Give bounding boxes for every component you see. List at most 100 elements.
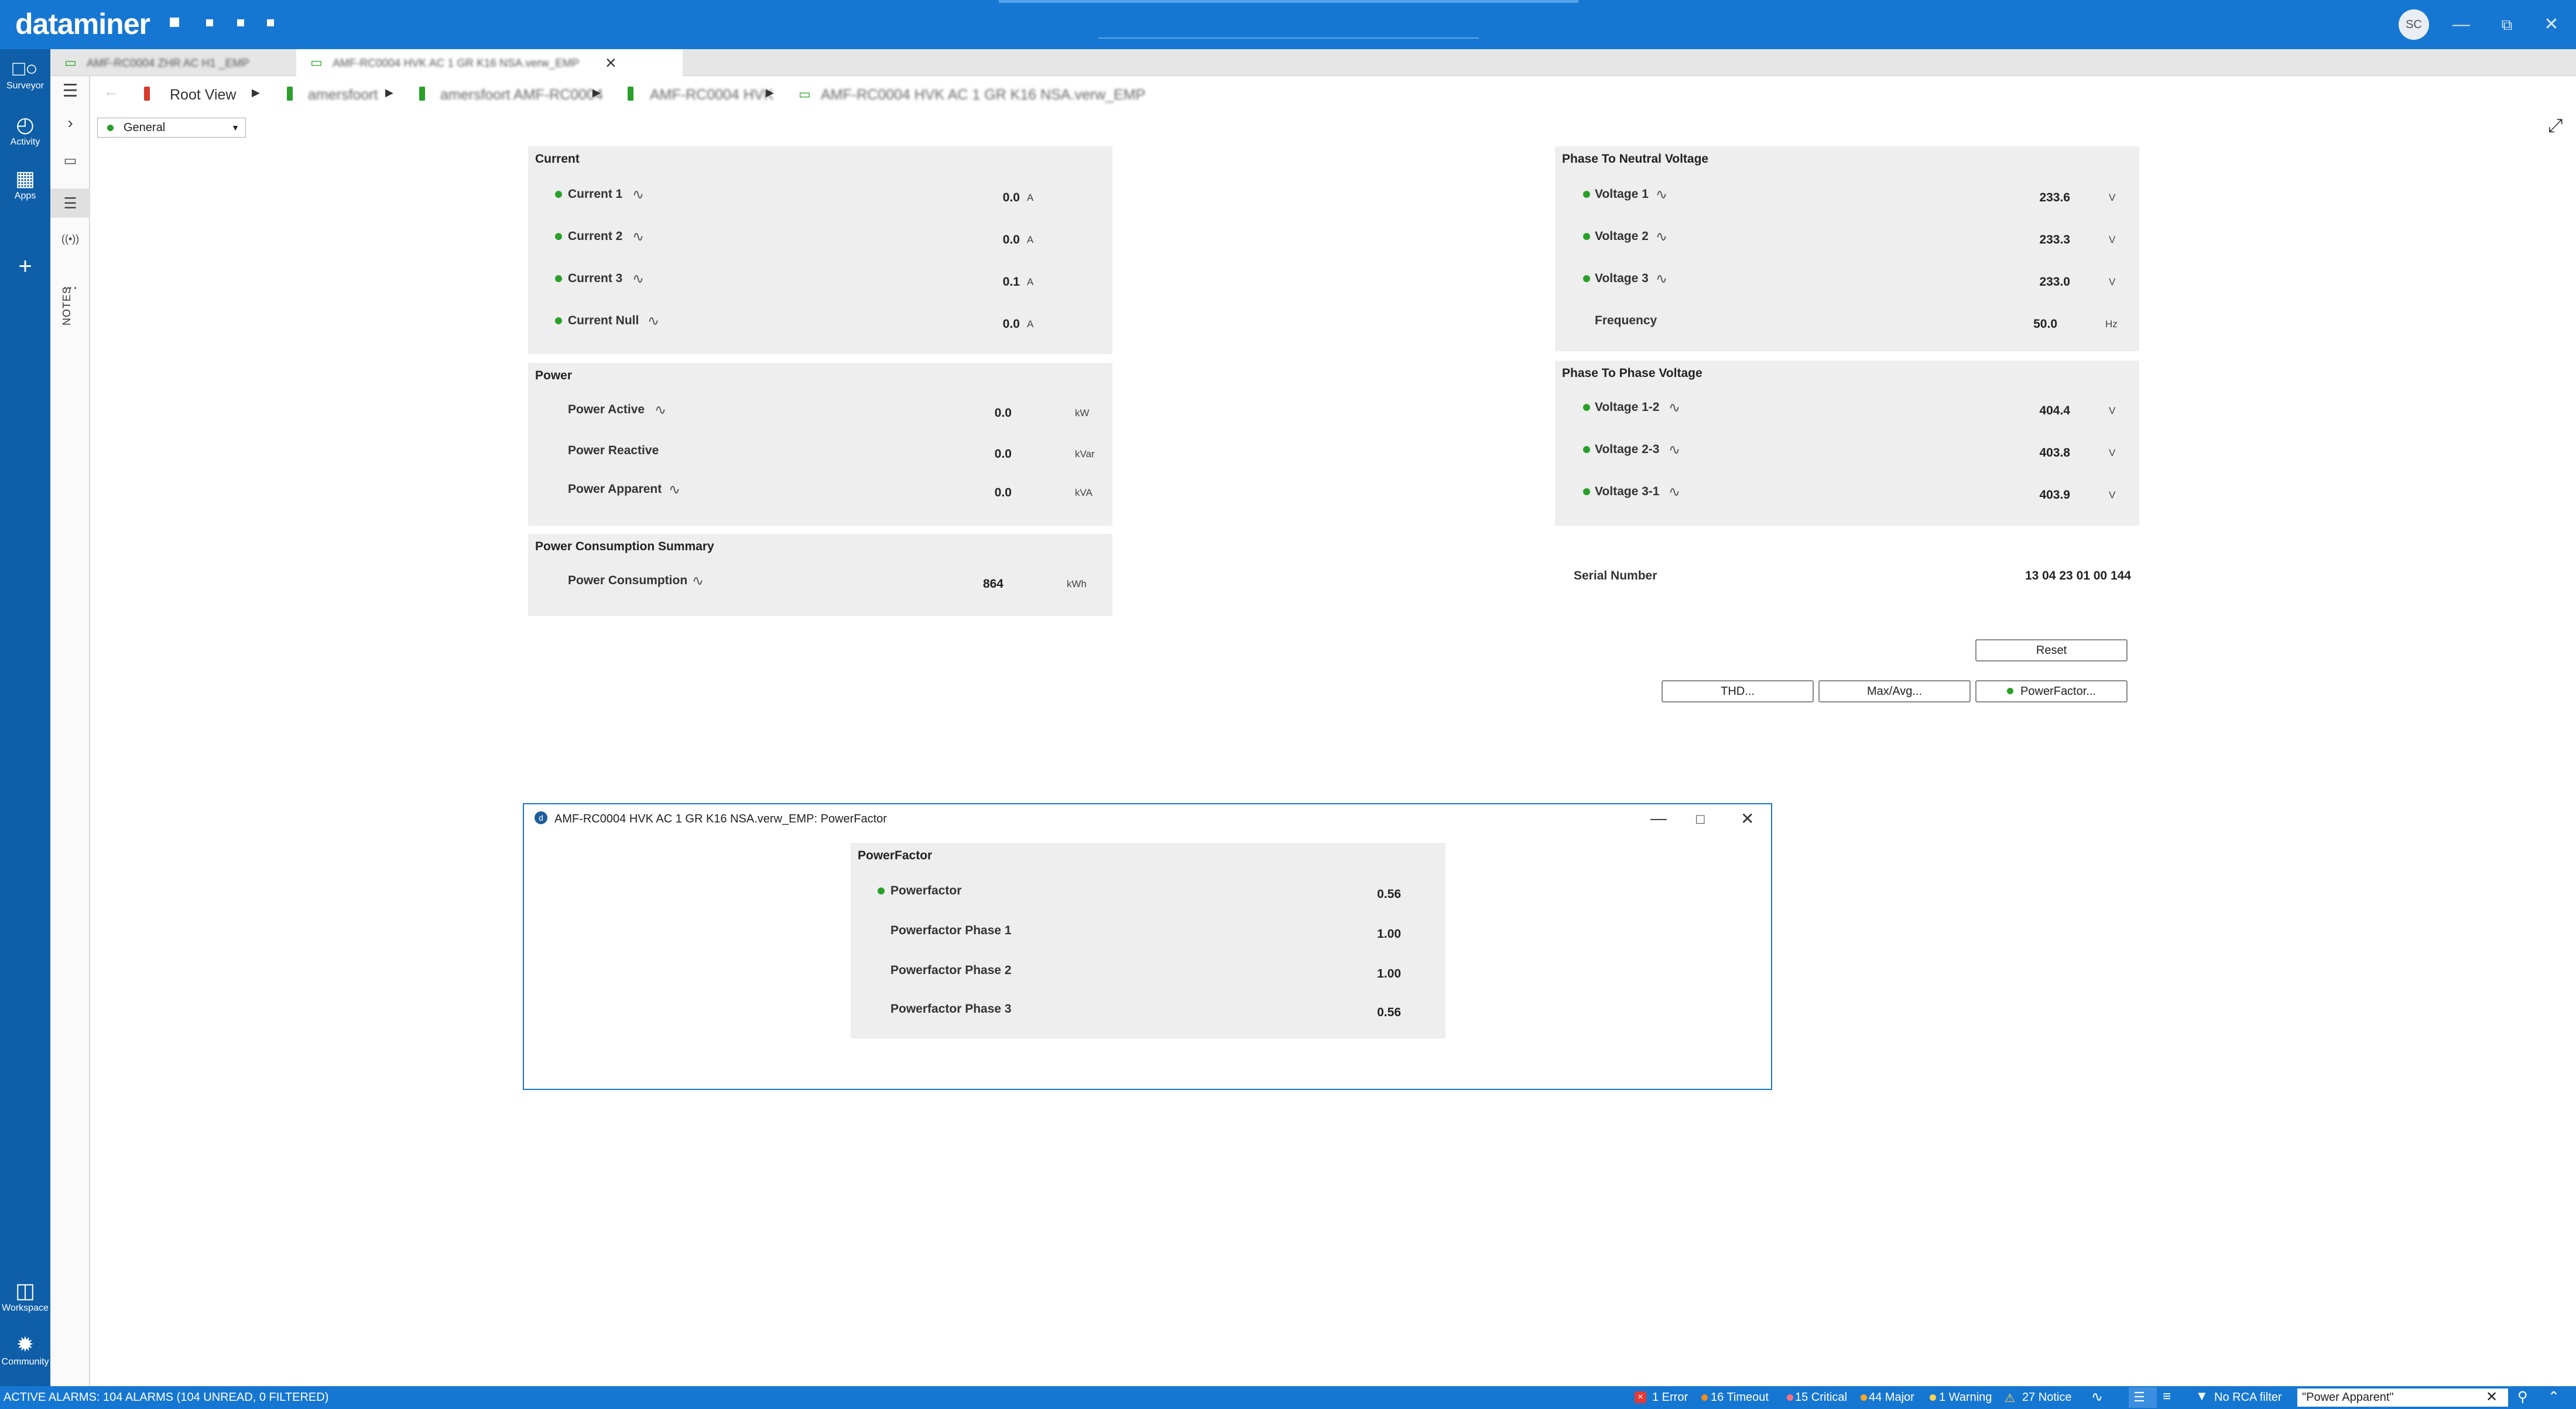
- param-row-current-2[interactable]: Current 2 ∿ 0.0 A: [528, 225, 1112, 248]
- breadcrumb-item[interactable]: amersfoort: [308, 87, 378, 104]
- param-row-power-apparent[interactable]: Power Apparent ∿ 0.0 kVA: [528, 478, 1112, 501]
- status-led: [878, 887, 885, 894]
- broadcast-icon[interactable]: ((•)): [50, 233, 90, 245]
- trend-icon[interactable]: ∿: [632, 186, 644, 203]
- param-row-voltage-2[interactable]: Voltage 2 ∿ 233.3 V: [1555, 225, 2139, 248]
- notice-count[interactable]: 27 Notice: [2022, 1391, 2072, 1404]
- minimize-icon[interactable]: —: [2448, 12, 2474, 37]
- param-value: 0.1: [1002, 275, 1020, 289]
- reset-button[interactable]: Reset: [1975, 639, 2128, 661]
- close-tab-icon[interactable]: ×: [605, 49, 616, 76]
- breadcrumb-arrow-icon[interactable]: ▶: [766, 87, 774, 99]
- timeout-count[interactable]: 16 Timeout: [1711, 1391, 1769, 1404]
- powerfactor-button[interactable]: PowerFactor...: [1975, 680, 2128, 702]
- trend-icon[interactable]: ∿: [655, 402, 666, 419]
- param-label: Voltage 1: [1595, 187, 1649, 201]
- back-arrow-icon[interactable]: ←: [103, 82, 119, 101]
- chevron-up-icon[interactable]: ⌃: [2548, 1389, 2560, 1405]
- max-avg-button[interactable]: Max/Avg...: [1818, 680, 1971, 702]
- param-row-voltage-3[interactable]: Voltage 3 ∿ 233.0 V: [1555, 267, 2139, 290]
- warning-count[interactable]: 1 Warning: [1939, 1391, 1992, 1404]
- param-unit: A: [1027, 234, 1034, 245]
- param-row-power-active[interactable]: Power Active ∿ 0.0 kW: [528, 398, 1112, 421]
- trend-icon[interactable]: ∿: [2091, 1389, 2103, 1405]
- page-select[interactable]: General ▼: [97, 118, 246, 138]
- critical-count[interactable]: 15 Critical: [1795, 1391, 1847, 1404]
- trend-icon[interactable]: ∿: [1669, 399, 1680, 416]
- breadcrumb-arrow-icon[interactable]: ▶: [252, 87, 260, 99]
- param-row-current-null[interactable]: Current Null ∿ 0.0 A: [528, 309, 1112, 332]
- toolbar-square-icon[interactable]: [237, 19, 244, 26]
- minimize-icon[interactable]: —: [1650, 809, 1667, 828]
- sort-icon[interactable]: ≡: [2163, 1389, 2171, 1405]
- param-row-current-3[interactable]: Current 3 ∿ 0.1 A: [528, 267, 1112, 290]
- alarm-search-input[interactable]: "Power Apparent": [2297, 1389, 2508, 1407]
- error-count[interactable]: 1 Error: [1652, 1391, 1688, 1404]
- trend-icon[interactable]: ∿: [1656, 228, 1667, 245]
- breadcrumb-item[interactable]: AMF-RC0004 HVK: [650, 87, 773, 104]
- sidebar-item-apps[interactable]: ▦ Apps: [0, 166, 50, 201]
- status-led: [2007, 688, 2014, 694]
- sidebar-item-community[interactable]: ✹ Community: [0, 1332, 50, 1367]
- trend-icon[interactable]: ∿: [632, 270, 644, 287]
- panel-title: Current: [535, 152, 580, 166]
- sidebar-item-surveyor[interactable]: □○ Surveyor: [0, 56, 50, 91]
- param-row-voltage-1[interactable]: Voltage 1 ∿ 233.6 V: [1555, 183, 2139, 206]
- trend-icon[interactable]: ∿: [692, 572, 704, 589]
- breadcrumb-item[interactable]: amersfoort AMF-RC0004: [440, 87, 603, 104]
- element-icon: ▭: [64, 55, 77, 70]
- monitor-icon[interactable]: ▭: [50, 152, 90, 169]
- search-icon[interactable]: ⚲: [2517, 1389, 2528, 1405]
- trend-icon[interactable]: ∿: [1669, 441, 1680, 458]
- breadcrumb-arrow-icon[interactable]: ▶: [385, 87, 393, 99]
- add-button[interactable]: +: [0, 254, 50, 279]
- chevron-right-icon[interactable]: ›: [50, 114, 90, 132]
- close-icon[interactable]: ✕: [1741, 809, 1754, 828]
- thd-button[interactable]: THD...: [1662, 680, 1814, 702]
- filter-icon[interactable]: ▼: [2195, 1389, 2208, 1404]
- hamburger-menu-icon[interactable]: ☰: [50, 81, 90, 101]
- toolbar-square-icon[interactable]: [170, 18, 179, 27]
- param-row-power-consumption[interactable]: Power Consumption ∿ 864 kWh: [528, 569, 1112, 592]
- sidebar-item-workspace[interactable]: ◫ Workspace: [0, 1278, 50, 1314]
- major-count[interactable]: 44 Major: [1869, 1391, 1914, 1404]
- breadcrumb-item-current[interactable]: AMF-RC0004 HVK AC 1 GR K16 NSA.verw_EMP: [821, 87, 1145, 104]
- notes-tab[interactable]: NOTES: [61, 286, 73, 325]
- param-row-voltage-3-1[interactable]: Voltage 3-1 ∿ 403.9 V: [1555, 480, 2139, 503]
- param-row-voltage-2-3[interactable]: Voltage 2-3 ∿ 403.8 V: [1555, 438, 2139, 461]
- close-icon[interactable]: ✕: [2539, 12, 2564, 37]
- toolbar-square-icon[interactable]: [267, 19, 274, 26]
- param-row-voltage-1-2[interactable]: Voltage 1-2 ∿ 404.4 V: [1555, 396, 2139, 419]
- param-row-power-reactive[interactable]: Power Reactive 0.0 kVar: [528, 439, 1112, 462]
- trend-icon[interactable]: ∿: [632, 228, 644, 245]
- trend-icon[interactable]: ∿: [1669, 484, 1680, 500]
- param-row-powerfactor-phase-1[interactable]: Powerfactor Phase 1 1.00: [851, 919, 1445, 942]
- param-row-current-1[interactable]: Current 1 ∿ 0.0 A: [528, 183, 1112, 206]
- restore-icon[interactable]: ⧉: [2494, 12, 2520, 37]
- trend-icon[interactable]: ∿: [669, 481, 680, 498]
- maximize-icon[interactable]: □: [1696, 811, 1705, 828]
- active-alarms-summary[interactable]: ACTIVE ALARMS: 104 ALARMS (104 UNREAD, 0…: [4, 1391, 328, 1404]
- element-icon: ▭: [799, 87, 811, 101]
- param-row-powerfactor[interactable]: Powerfactor 0.56: [851, 879, 1445, 903]
- clear-search-icon[interactable]: ✕: [2486, 1389, 2498, 1405]
- trend-icon[interactable]: ∿: [648, 313, 659, 330]
- toolbar-square-icon[interactable]: [206, 19, 213, 26]
- parameters-icon[interactable]: ☰: [50, 188, 90, 218]
- breadcrumb-root-view[interactable]: Root View: [170, 87, 237, 104]
- param-row-powerfactor-phase-2[interactable]: Powerfactor Phase 2 1.00: [851, 959, 1445, 982]
- trend-icon[interactable]: ∿: [1656, 186, 1667, 203]
- rca-filter[interactable]: No RCA filter: [2214, 1391, 2282, 1404]
- trend-icon[interactable]: ∿: [1656, 270, 1667, 287]
- param-row-powerfactor-phase-3[interactable]: Powerfactor Phase 3 0.56: [851, 997, 1445, 1021]
- breadcrumb-arrow-icon[interactable]: ▶: [592, 87, 601, 99]
- tab-card-1[interactable]: ▭ AMF-RC0004 ZHR AC H1 _EMP: [50, 49, 296, 76]
- avatar[interactable]: SC: [2399, 9, 2429, 40]
- sidebar-item-activity[interactable]: ◴ Activity: [0, 112, 50, 148]
- global-search-field[interactable]: [1098, 37, 1479, 39]
- expand-icon[interactable]: ⤢: [2548, 115, 2563, 137]
- param-row-frequency[interactable]: Frequency 50.0 Hz: [1555, 309, 2139, 332]
- tab-card-2[interactable]: ▭ AMF-RC0004 HVK AC 1 GR K16 NSA.verw_EM…: [296, 49, 683, 76]
- surveyor-icon: □○: [12, 56, 38, 80]
- view-icon: [144, 87, 150, 101]
